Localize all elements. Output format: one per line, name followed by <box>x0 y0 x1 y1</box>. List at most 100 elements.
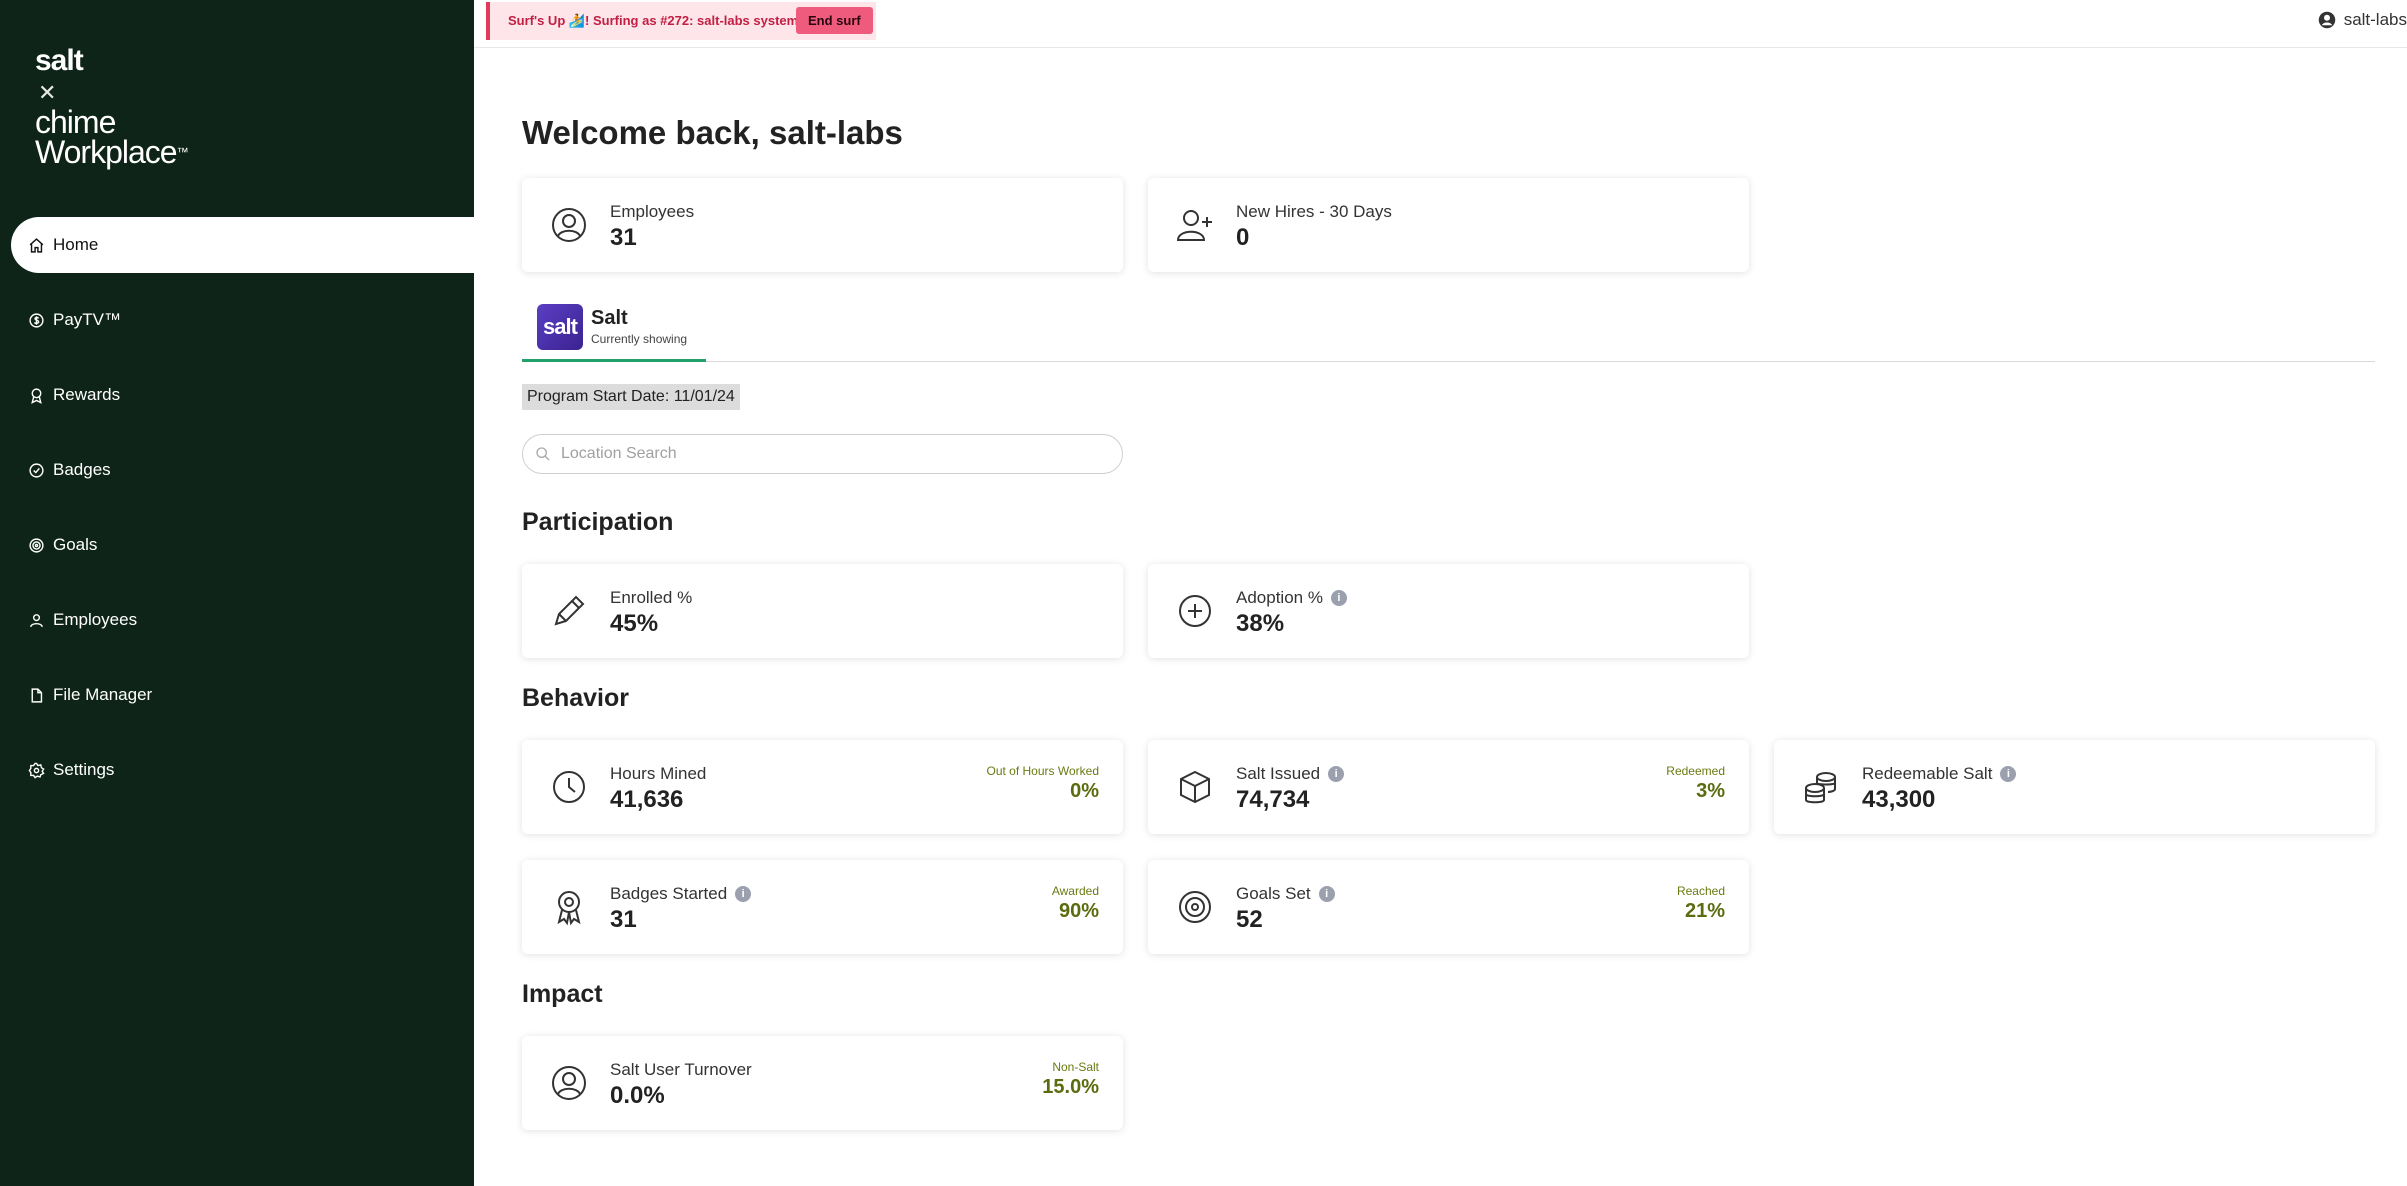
turnover-value: 0.0% <box>610 1082 665 1109</box>
sidebar-item-badges[interactable]: Badges <box>0 442 474 498</box>
check-circle-icon <box>27 461 45 479</box>
reached-label: Reached <box>1676 884 1725 898</box>
adoption-value: 38% <box>1236 610 1285 637</box>
location-search-input[interactable] <box>561 445 1101 463</box>
target-icon <box>27 536 45 554</box>
tab-subtitle: Currently showing <box>591 332 688 346</box>
program-start-date: Program Start Date: 11/01/24 <box>522 384 740 410</box>
sidebar-item-label: PayTV™ <box>53 310 122 329</box>
user-circle-icon <box>550 206 588 244</box>
chime-logo-text: chime <box>35 104 116 140</box>
info-icon[interactable]: i <box>1318 886 1335 902</box>
top-bar: Surf's Up 🏄! Surfing as #272: salt-labs … <box>474 0 2407 48</box>
salt-issued-card: Salt Issued i 74,734 Redeemed 3% <box>1148 740 1749 834</box>
employees-value: 31 <box>610 224 637 251</box>
enrolled-card: Enrolled % 45% <box>522 564 1123 658</box>
new-hires-label: New Hires - 30 Days <box>1236 202 1392 221</box>
target-icon <box>1176 888 1214 926</box>
participation-heading: Participation <box>522 508 674 536</box>
goals-set-value: 52 <box>1236 906 1263 933</box>
user-plus-icon <box>1176 206 1214 244</box>
salt-logo-text: salt <box>35 44 84 77</box>
sidebar-item-label: Badges <box>53 460 111 479</box>
goals-set-label: Goals Set i <box>1236 884 1335 904</box>
tab-text: Salt Currently showing <box>591 307 687 346</box>
search-icon <box>536 447 550 461</box>
pencil-icon <box>550 592 588 630</box>
sidebar-item-label: Settings <box>53 760 115 779</box>
info-icon[interactable]: i <box>2000 766 2017 782</box>
hours-mined-value: 41,636 <box>610 786 684 813</box>
user-circle-icon <box>550 1064 588 1102</box>
box-icon <box>1176 768 1214 806</box>
file-icon <box>27 686 45 704</box>
enrolled-label: Enrolled % <box>610 588 693 607</box>
hours-out-of-value: 0% <box>1070 780 1099 802</box>
plus-circle-icon <box>1176 592 1214 630</box>
coins-icon <box>1802 768 1840 806</box>
sidebar-item-rewards[interactable]: Rewards <box>0 367 474 423</box>
info-icon[interactable]: i <box>1330 590 1347 606</box>
location-search[interactable] <box>522 434 1123 474</box>
salt-issued-value: 74,734 <box>1236 786 1310 813</box>
new-hires-card: New Hires - 30 Days 0 <box>1148 178 1749 272</box>
sidebar-item-settings[interactable]: Settings <box>0 742 474 798</box>
user-menu[interactable]: salt-labs <box>2318 10 2407 30</box>
user-name: salt-labs <box>2343 10 2407 29</box>
badges-started-card: Badges Started i 31 Awarded 90% <box>522 860 1123 954</box>
badges-started-value: 31 <box>610 906 637 933</box>
goals-set-card: Goals Set i 52 Reached 21% <box>1148 860 1749 954</box>
surf-banner-text: Surf's Up 🏄! Surfing as #272: salt-labs … <box>508 13 799 28</box>
brand-logo[interactable]: salt ✕ chime Workplace™ <box>35 44 189 170</box>
sidebar-item-goals[interactable]: Goals <box>0 517 474 573</box>
hours-mined-label: Hours Mined <box>610 764 707 783</box>
sidebar-item-home[interactable]: Home <box>11 217 474 273</box>
behavior-heading: Behavior <box>522 684 629 712</box>
redeemable-salt-value: 43,300 <box>1862 786 1936 813</box>
employees-label: Employees <box>610 202 695 221</box>
sidebar-item-label: Goals <box>53 535 98 554</box>
sidebar-item-label: Rewards <box>53 385 121 404</box>
user-icon <box>27 611 45 629</box>
new-hires-value: 0 <box>1236 224 1250 251</box>
salt-issued-label: Salt Issued i <box>1236 764 1345 784</box>
sidebar-item-label: File Manager <box>53 685 153 704</box>
sidebar-item-employees[interactable]: Employees <box>0 592 474 648</box>
enrolled-value: 45% <box>610 610 659 637</box>
adoption-card: Adoption % i 38% <box>1148 564 1749 658</box>
salt-user-turnover-card: Salt User Turnover 0.0% Non-Salt 15.0% <box>522 1036 1123 1130</box>
awarded-value: 90% <box>1058 900 1099 922</box>
sidebar-item-label: Employees <box>53 610 138 629</box>
employees-card: Employees 31 <box>522 178 1123 272</box>
surf-banner: Surf's Up 🏄! Surfing as #272: salt-labs … <box>486 2 876 40</box>
redeemed-label: Redeemed <box>1666 764 1725 778</box>
sidebar-item-label: Home <box>53 235 99 254</box>
tab-salt[interactable]: salt Salt Currently showing <box>522 300 706 362</box>
tab-name: Salt <box>591 307 628 329</box>
impact-heading: Impact <box>522 980 603 1008</box>
user-circle-icon <box>2318 11 2335 29</box>
sidebar-item-file-manager[interactable]: File Manager <box>0 667 474 723</box>
gear-icon <box>27 761 45 779</box>
award-icon <box>27 386 45 404</box>
salt-tab-logo: salt <box>537 304 583 350</box>
non-salt-value: 15.0% <box>1042 1076 1099 1098</box>
redeemable-salt-label: Redeemable Salt i <box>1862 764 2017 784</box>
hours-out-of-label: Out of Hours Worked <box>986 764 1100 778</box>
workplace-logo-text: Workplace™ <box>35 134 189 170</box>
sidebar: salt ✕ chime Workplace™ Home PayTV™ Rewa… <box>0 0 474 1186</box>
clock-icon <box>550 768 588 806</box>
turnover-label: Salt User Turnover <box>610 1060 752 1079</box>
redeemed-value: 3% <box>1696 780 1725 802</box>
info-icon[interactable]: i <box>735 886 752 902</box>
badges-started-label: Badges Started i <box>610 884 752 904</box>
redeemable-salt-card: Redeemable Salt i 43,300 <box>1774 740 2375 834</box>
sidebar-item-paytv[interactable]: PayTV™ <box>0 292 474 348</box>
end-surf-button[interactable]: End surf <box>796 7 873 34</box>
page-title: Welcome back, salt-labs <box>522 114 903 151</box>
home-icon <box>27 236 45 254</box>
dollar-circle-icon <box>27 311 45 329</box>
badge-ribbon-icon <box>550 888 588 926</box>
info-icon[interactable]: i <box>1328 766 1345 782</box>
hours-mined-card: Hours Mined 41,636 Out of Hours Worked 0… <box>522 740 1123 834</box>
